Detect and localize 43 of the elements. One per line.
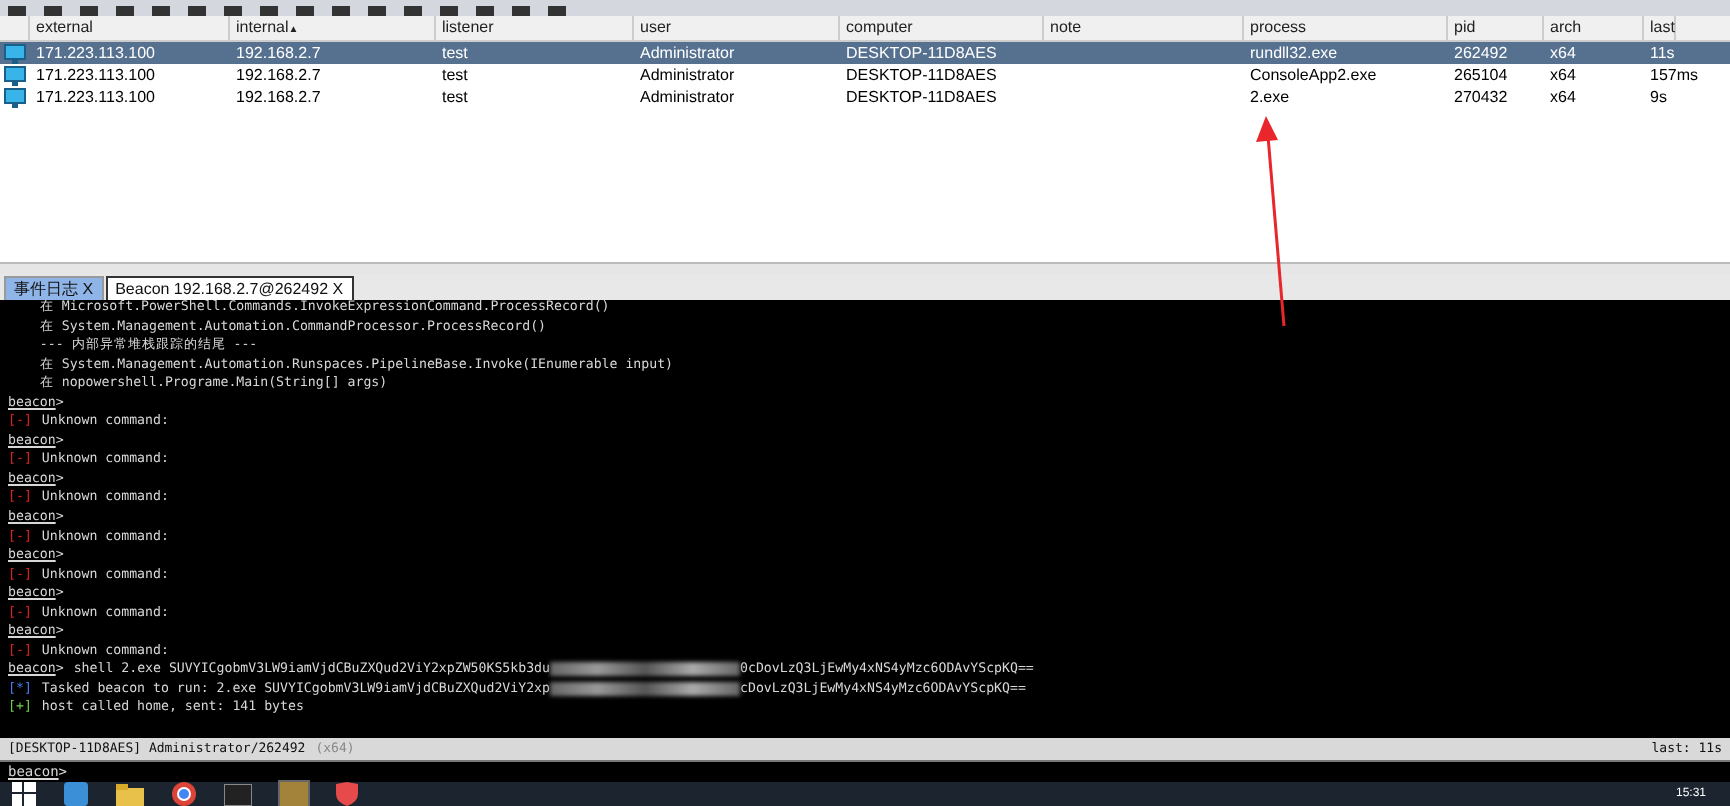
table-row[interactable]: 171.223.113.100 192.168.2.7 test Administrator DESKTOP-11D8AES 2.exe 270432 x64 9s — [0, 86, 1730, 108]
table-cell-text: 171.223.113.100 — [34, 64, 157, 86]
table-cell-text: Administrator — [638, 64, 737, 86]
table-cell-text: Administrator — [638, 86, 737, 108]
table-cell-text: rundll32.exe — [1248, 42, 1340, 64]
table-cell-text: 192.168.2.7 — [234, 42, 323, 64]
close-icon[interactable]: X — [82, 280, 94, 298]
column-header[interactable]: note — [1044, 16, 1244, 40]
table-cell-text: 262492 — [1452, 42, 1510, 64]
tab[interactable]: 事件日志 X — [4, 276, 104, 300]
column-header[interactable]: computer — [840, 16, 1044, 40]
table-cell-text: 171.223.113.100 — [34, 86, 157, 108]
table-cell-text: 270432 — [1452, 86, 1510, 108]
table-cell-text: 192.168.2.7 — [234, 64, 323, 86]
table-cell-text: 2.exe — [1248, 86, 1292, 108]
table-cell-text: x64 — [1548, 64, 1578, 86]
table-row[interactable]: 171.223.113.100 192.168.2.7 test Administrator DESKTOP-11D8AES ConsoleApp2.exe 265104 x64 157ms — [0, 64, 1730, 86]
table-cell-text: 192.168.2.7 — [234, 86, 323, 108]
table-row[interactable]: 171.223.113.100 192.168.2.7 test Administrator DESKTOP-11D8AES rundll32.exe 262492 x64 11s — [0, 42, 1730, 64]
table-cell-text: test — [440, 42, 470, 64]
close-icon[interactable]: X — [332, 280, 344, 298]
table-cell-text: test — [440, 86, 470, 108]
table-cell-text: x64 — [1548, 42, 1578, 64]
table-cell-text: ConsoleApp2.exe — [1248, 64, 1379, 86]
table-cell-text: 171.223.113.100 — [34, 42, 157, 64]
table-cell-text: DESKTOP-11D8AES — [844, 86, 999, 108]
column-header[interactable]: external — [30, 16, 230, 40]
table-cell-text: Administrator — [638, 42, 737, 64]
table-cell-text: DESKTOP-11D8AES — [844, 42, 999, 64]
column-header[interactable]: pid — [1448, 16, 1544, 40]
table-cell-text: 11s — [1648, 42, 1675, 64]
table-cell-text: 157ms — [1648, 64, 1699, 86]
column-header[interactable]: process — [1244, 16, 1448, 40]
table-cell-text: 265104 — [1452, 64, 1510, 86]
column-header[interactable]: user — [634, 16, 840, 40]
column-header[interactable]: last — [1644, 16, 1677, 40]
column-header[interactable]: listener — [436, 16, 634, 40]
column-header[interactable]: arch — [1544, 16, 1644, 40]
table-cell-text: 9s — [1648, 86, 1667, 108]
tab[interactable]: Beacon 192.168.2.7@262492 X — [105, 276, 354, 300]
table-cell-text: x64 — [1548, 86, 1578, 108]
table-cell-text: DESKTOP-11D8AES — [844, 64, 999, 86]
table-cell-text: test — [440, 64, 470, 86]
